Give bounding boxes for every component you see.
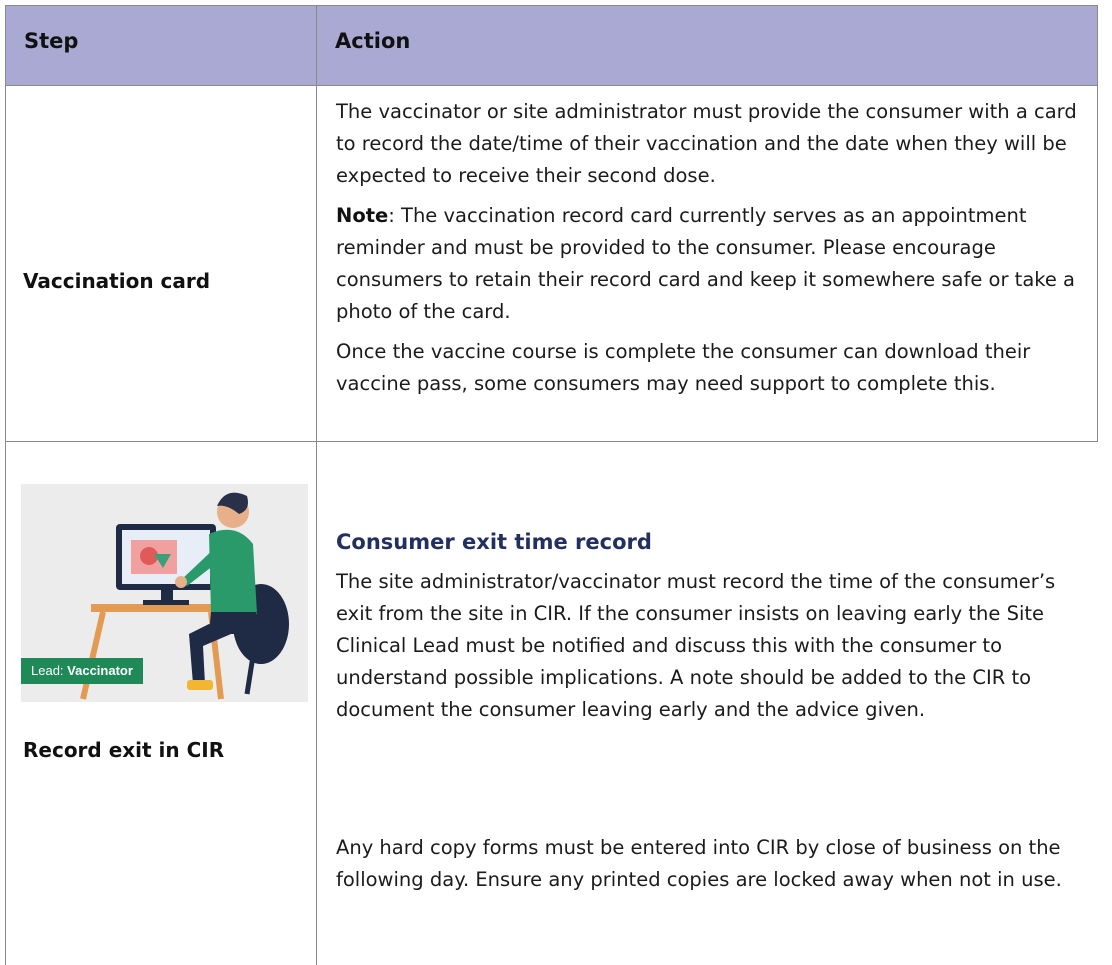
row1-paragraph-3: Once the vaccine course is complete the … — [336, 340, 1031, 395]
header-step: Step — [24, 29, 79, 53]
note-text: : The vaccination record card currently … — [336, 204, 1076, 323]
step-record-exit: Record exit in CIR — [23, 738, 225, 762]
table-left-border — [5, 5, 6, 965]
column-divider — [316, 5, 317, 965]
table-right-border — [1097, 5, 1098, 442]
section-subheading: Consumer exit time record — [336, 530, 652, 554]
row1-note-paragraph: Note: The vaccination record card curren… — [336, 200, 1086, 328]
table-header-row: Step Action — [5, 5, 1098, 86]
vaccinator-illustration: Lead: Vaccinator — [21, 484, 308, 702]
row2-paragraph-2: Any hard copy forms must be entered into… — [336, 836, 1062, 891]
lead-tag-role: Vaccinator — [67, 663, 133, 678]
lead-tag-label: Lead: — [31, 663, 68, 678]
header-action: Action — [335, 29, 411, 53]
note-label: Note — [336, 204, 389, 227]
row2-paragraph-1: The site administrator/vaccinator must r… — [336, 570, 1056, 721]
step-vaccination-card: Vaccination card — [23, 269, 211, 293]
lead-role-tag: Lead: Vaccinator — [21, 658, 143, 684]
row-divider — [5, 441, 1098, 442]
row1-paragraph-1: The vaccinator or site administrator mus… — [336, 100, 1077, 187]
